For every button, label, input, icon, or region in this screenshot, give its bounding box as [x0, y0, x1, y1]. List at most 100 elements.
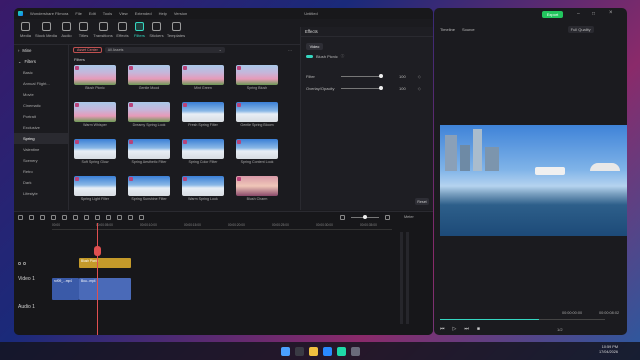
filter-card[interactable]: Spring Light Filter	[74, 176, 116, 201]
tool-templates[interactable]: Templates	[165, 19, 187, 43]
playback-progress[interactable]	[440, 319, 605, 320]
audio-icon[interactable]	[117, 214, 122, 220]
tool-filters[interactable]: Filters	[131, 19, 148, 43]
asset-center-button[interactable]: Asset Center	[73, 47, 102, 53]
zoom-in-icon[interactable]	[385, 214, 390, 220]
slider-knob[interactable]	[379, 86, 383, 90]
filter-slider[interactable]	[341, 74, 383, 78]
filter-value[interactable]: 100	[399, 74, 406, 79]
zoom-level[interactable]: 1/2	[557, 327, 563, 332]
filter-card[interactable]: Dreamy Spring Look	[128, 102, 170, 127]
filter-card[interactable]: Gentle Mood	[128, 65, 170, 90]
crop-icon[interactable]	[73, 214, 78, 220]
stop-icon[interactable]: ■	[477, 326, 480, 332]
step-forward-icon[interactable]: ⏭	[464, 326, 469, 332]
maximize-icon[interactable]: □	[592, 11, 595, 17]
menu-version[interactable]: Version	[174, 11, 187, 16]
keyframe-icon[interactable]: ◇	[418, 74, 421, 79]
file-explorer-icon[interactable]	[308, 346, 318, 356]
menu-edit[interactable]: Edit	[89, 11, 96, 16]
opacity-value[interactable]: 100	[399, 86, 406, 91]
sidebar-filters[interactable]: ⌄ Filters	[14, 56, 68, 67]
filter-card[interactable]: Mint Green	[182, 65, 224, 90]
undo-icon[interactable]	[29, 214, 34, 220]
filter-card[interactable]: Spring Sunshine Filter	[128, 176, 170, 201]
ai-tools-icon[interactable]	[139, 214, 144, 220]
menu-file[interactable]: File	[75, 11, 81, 16]
sidebar-item-dark[interactable]: Dark	[14, 177, 68, 188]
sidebar-item-valentine[interactable]: Valentine	[14, 144, 68, 155]
filter-card[interactable]: Fresh Spring Filter	[182, 102, 224, 127]
sidebar-item-exclusive[interactable]: Exclusive	[14, 122, 68, 133]
filter-card[interactable]: Warm Whisper	[74, 102, 116, 127]
play-icon[interactable]: ▷	[453, 326, 457, 332]
select-tool-icon[interactable]	[18, 214, 23, 220]
zoom-out-icon[interactable]	[340, 214, 345, 220]
tab-video[interactable]: Video	[306, 43, 323, 50]
quality-dropdown[interactable]: Full Quality	[567, 26, 594, 33]
sidebar-item-basic[interactable]: Basic	[14, 67, 68, 78]
start-icon[interactable]	[280, 346, 290, 356]
eye-icon[interactable]	[23, 261, 26, 265]
filter-card[interactable]: Spring Blush	[236, 65, 278, 90]
filter-clip[interactable]: Blush Picnic	[79, 258, 131, 268]
filmora-icon[interactable]	[336, 346, 346, 356]
sidebar-mine[interactable]: › Mine	[14, 45, 68, 56]
tool-transitions[interactable]: Transitions	[92, 19, 114, 43]
search-icon[interactable]	[294, 346, 304, 356]
sidebar-item-movie[interactable]: Movie	[14, 89, 68, 100]
tab-timeline[interactable]: Timeline	[440, 27, 455, 32]
more-options-icon[interactable]: ⋯	[288, 48, 292, 53]
tool-titles[interactable]: Titles	[75, 19, 92, 43]
minimize-icon[interactable]: –	[577, 11, 580, 17]
keyframe-icon[interactable]	[128, 214, 133, 220]
settings-icon[interactable]	[350, 346, 360, 356]
playhead-handle[interactable]	[94, 246, 101, 256]
clock[interactable]: 10:59 PM 17/04/2026	[599, 345, 618, 355]
speed-icon[interactable]	[95, 214, 100, 220]
edge-icon[interactable]	[322, 346, 332, 356]
slider-knob[interactable]	[379, 74, 383, 78]
menu-view[interactable]: View	[119, 11, 128, 16]
menu-extended[interactable]: Extended	[135, 11, 152, 16]
video-clip[interactable]: rof09_...mp4	[52, 278, 79, 300]
menu-tools[interactable]: Tools	[103, 11, 112, 16]
zoom-slider[interactable]	[351, 214, 379, 219]
sidebar-item-portrait[interactable]: Portrait	[14, 111, 68, 122]
effect-toggle[interactable]	[306, 54, 313, 59]
filter-card[interactable]: Gentle Spring Bloom	[236, 102, 278, 127]
sidebar-item-lifestyle[interactable]: Lifestyle	[14, 188, 68, 199]
tool-media[interactable]: Media	[17, 19, 34, 43]
filter-card[interactable]: Spring Content Look	[236, 139, 278, 164]
text-icon[interactable]	[84, 214, 89, 220]
opacity-slider[interactable]	[341, 86, 383, 90]
slider-knob[interactable]	[363, 214, 367, 219]
sidebar-item-annual-flight[interactable]: Annual Flight...	[14, 78, 68, 89]
split-icon[interactable]	[62, 214, 67, 220]
tool-effects[interactable]: Effects	[114, 19, 131, 43]
tool-audio[interactable]: Audio	[58, 19, 75, 43]
lock-icon[interactable]	[18, 261, 21, 265]
sidebar-item-scenery[interactable]: Scenery	[14, 155, 68, 166]
tab-source[interactable]: Source	[462, 27, 475, 32]
redo-icon[interactable]	[40, 214, 45, 220]
tool-stock-media[interactable]: Stock Media	[34, 19, 58, 43]
filter-card[interactable]: Warm Spring Look	[182, 176, 224, 201]
delete-icon[interactable]	[51, 214, 56, 220]
video-clip[interactable]: Bou...mp4	[79, 278, 131, 300]
color-icon[interactable]	[106, 214, 111, 220]
filter-card[interactable]: Soft Spring Glow	[74, 139, 116, 164]
asset-filter-dropdown[interactable]: All Assets ⌄	[104, 47, 225, 53]
reset-button[interactable]: Reset	[415, 198, 429, 205]
step-back-icon[interactable]: ⏮	[440, 326, 445, 332]
close-icon[interactable]: ×	[609, 10, 613, 16]
playhead[interactable]	[97, 223, 98, 335]
tool-stickers[interactable]: Stickers	[148, 19, 165, 43]
menu-help[interactable]: Help	[159, 11, 167, 16]
sidebar-item-spring[interactable]: Spring	[14, 133, 68, 144]
sidebar-item-cinematic[interactable]: Cinematic	[14, 100, 68, 111]
timeline-ruler[interactable]: 00:00 00:00:05:00 00:00:10:00 00:00:15:00 00…	[52, 223, 392, 230]
filter-card[interactable]: Blush Picnic	[74, 65, 116, 90]
sidebar-item-retro[interactable]: Retro	[14, 166, 68, 177]
filter-card[interactable]: Spring Color Filter	[182, 139, 224, 164]
